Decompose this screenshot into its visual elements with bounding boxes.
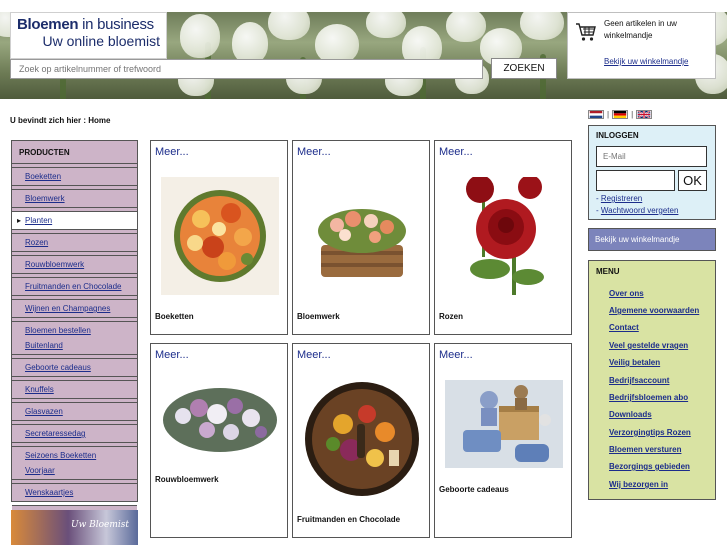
fruit-basket-image[interactable] [303, 380, 421, 498]
arrangement-image[interactable] [313, 201, 411, 281]
language-selector: | | [588, 109, 653, 119]
cart-summary: Geen artikelen in uw winkelmandje Bekijk… [567, 12, 716, 79]
products-menu-title: PRODUCTEN [12, 141, 137, 164]
info-menu: MENU Over ons Algemene voorwaarden Conta… [588, 260, 716, 500]
menu-item-contact[interactable]: Contact [609, 323, 639, 332]
products-item-fruitmanden[interactable]: Fruitmanden en Chocolade [12, 277, 137, 296]
menu-item-downloads[interactable]: Downloads [609, 410, 652, 419]
product-card-fruitmanden[interactable]: Meer... Fruitmanden en Chocolade [292, 343, 430, 538]
menu-item-voorwaarden[interactable]: Algemene voorwaarden [609, 306, 699, 315]
products-item-secretaressedag[interactable]: Secretaressedag [12, 424, 137, 443]
bouquet-image[interactable] [161, 177, 279, 295]
product-card-bloemwerk[interactable]: Meer... Bloemwerk [292, 140, 430, 335]
email-field[interactable] [596, 146, 707, 167]
menu-item-bezorgings-gebieden[interactable]: Bezorgings gebieden [609, 462, 690, 471]
product-card-rozen[interactable]: Meer... Rozen [434, 140, 572, 335]
menu-item-veilig-betalen[interactable]: Veilig betalen [609, 358, 660, 367]
search-button[interactable]: ZOEKEN [491, 58, 557, 79]
register-link[interactable]: - Registreren [596, 194, 642, 203]
site-logo[interactable]: Bloemen in business Uw online bloemist [10, 12, 167, 59]
product-card-label[interactable]: Geboorte cadeaus [439, 485, 509, 494]
logo-brand: Bloemen [17, 16, 79, 33]
uk-flag-icon[interactable] [636, 109, 653, 119]
menu-item-over-ons[interactable]: Over ons [609, 289, 644, 298]
more-link[interactable]: Meer... [439, 349, 473, 361]
forgot-password-label[interactable]: Wachtwoord vergeten [601, 206, 679, 215]
menu-item-bedrijfsbloemen[interactable]: Bedrijfsbloemen abo [609, 393, 688, 402]
product-card-label[interactable]: Boeketten [155, 312, 194, 321]
products-item-planten[interactable]: Planten [12, 211, 137, 230]
more-link[interactable]: Meer... [155, 349, 189, 361]
products-item-boeketten[interactable]: Boeketten [12, 167, 137, 186]
login-ok-button[interactable]: OK [678, 170, 707, 191]
logo-tagline: Uw online bloemist [42, 33, 161, 49]
products-item-wenskaartjes[interactable]: Wenskaartjes [12, 483, 137, 502]
password-field[interactable] [596, 170, 675, 191]
baby-gift-image[interactable] [445, 380, 563, 468]
de-flag-icon[interactable] [612, 109, 629, 119]
products-item-geboorte[interactable]: Geboorte cadeaus [12, 358, 137, 377]
funeral-arrangement-image[interactable] [161, 380, 279, 460]
products-item-buitenland[interactable]: Bloemen bestellen Buitenland [12, 321, 137, 355]
view-cart-button[interactable]: Bekijk uw winkelmandje [588, 228, 716, 251]
products-item-wijnen[interactable]: Wijnen en Champagnes [12, 299, 137, 318]
breadcrumb: U bevindt zich hier : Home [10, 116, 111, 125]
product-card-label[interactable]: Bloemwerk [297, 312, 340, 321]
product-card-label[interactable]: Fruitmanden en Chocolade [297, 515, 400, 524]
products-item-rouwbloemwerk[interactable]: Rouwbloemwerk [12, 255, 137, 274]
more-link[interactable]: Meer... [297, 146, 331, 158]
more-link[interactable]: Meer... [439, 146, 473, 158]
more-link[interactable]: Meer... [155, 146, 189, 158]
product-card-label[interactable]: Rouwbloemwerk [155, 475, 219, 484]
menu-title: MENU [596, 267, 620, 276]
view-cart-link[interactable]: Bekijk uw winkelmandje [604, 57, 688, 66]
cart-status-text: Geen artikelen in uw winkelmandje [604, 19, 677, 40]
product-card-geboorte[interactable]: Meer... Geboorte cadeaus [434, 343, 572, 538]
menu-item-faq[interactable]: Veel gestelde vragen [609, 341, 688, 350]
products-item-rozen[interactable]: Rozen [12, 233, 137, 252]
shopping-cart-icon [576, 23, 596, 41]
logo-suffix: in business [82, 16, 154, 33]
promo-banner[interactable]: Uw Bloemist [11, 510, 138, 545]
products-item-glasvazen[interactable]: Glasvazen [12, 402, 137, 421]
products-item-seizoens[interactable]: Seizoens Boeketten Voorjaar [12, 446, 137, 480]
forgot-password-link[interactable]: - Wachtwoord vergeten [596, 206, 678, 215]
promo-banner-text: Uw Bloemist [71, 520, 130, 530]
products-item-bloemwerk[interactable]: Bloemwerk [12, 189, 137, 208]
product-card-rouwbloemwerk[interactable]: Meer... Rouwbloemwerk [150, 343, 288, 538]
product-card-boeketten[interactable]: Meer... Boeketten [150, 140, 288, 335]
menu-item-bedrijfsaccount[interactable]: Bedrijfsaccount [609, 376, 669, 385]
search-input[interactable] [10, 59, 483, 79]
menu-item-bloemen-versturen[interactable]: Bloemen versturen [609, 445, 681, 454]
product-card-label[interactable]: Rozen [439, 312, 463, 321]
rose-image[interactable] [460, 177, 548, 295]
products-item-knuffels[interactable]: Knuffels [12, 380, 137, 399]
login-panel: INLOGGEN OK - Registreren - Wachtwoord v… [588, 125, 716, 220]
more-link[interactable]: Meer... [297, 349, 331, 361]
nl-flag-icon[interactable] [588, 109, 604, 119]
register-link-label[interactable]: Registreren [601, 194, 642, 203]
menu-item-verzorgingtips[interactable]: Verzorgingtips Rozen [609, 428, 691, 437]
login-title: INLOGGEN [596, 131, 639, 140]
products-menu: PRODUCTEN Boeketten Bloemwerk Planten Ro… [11, 140, 138, 524]
menu-item-wij-bezorgen-in[interactable]: Wij bezorgen in [609, 480, 668, 489]
